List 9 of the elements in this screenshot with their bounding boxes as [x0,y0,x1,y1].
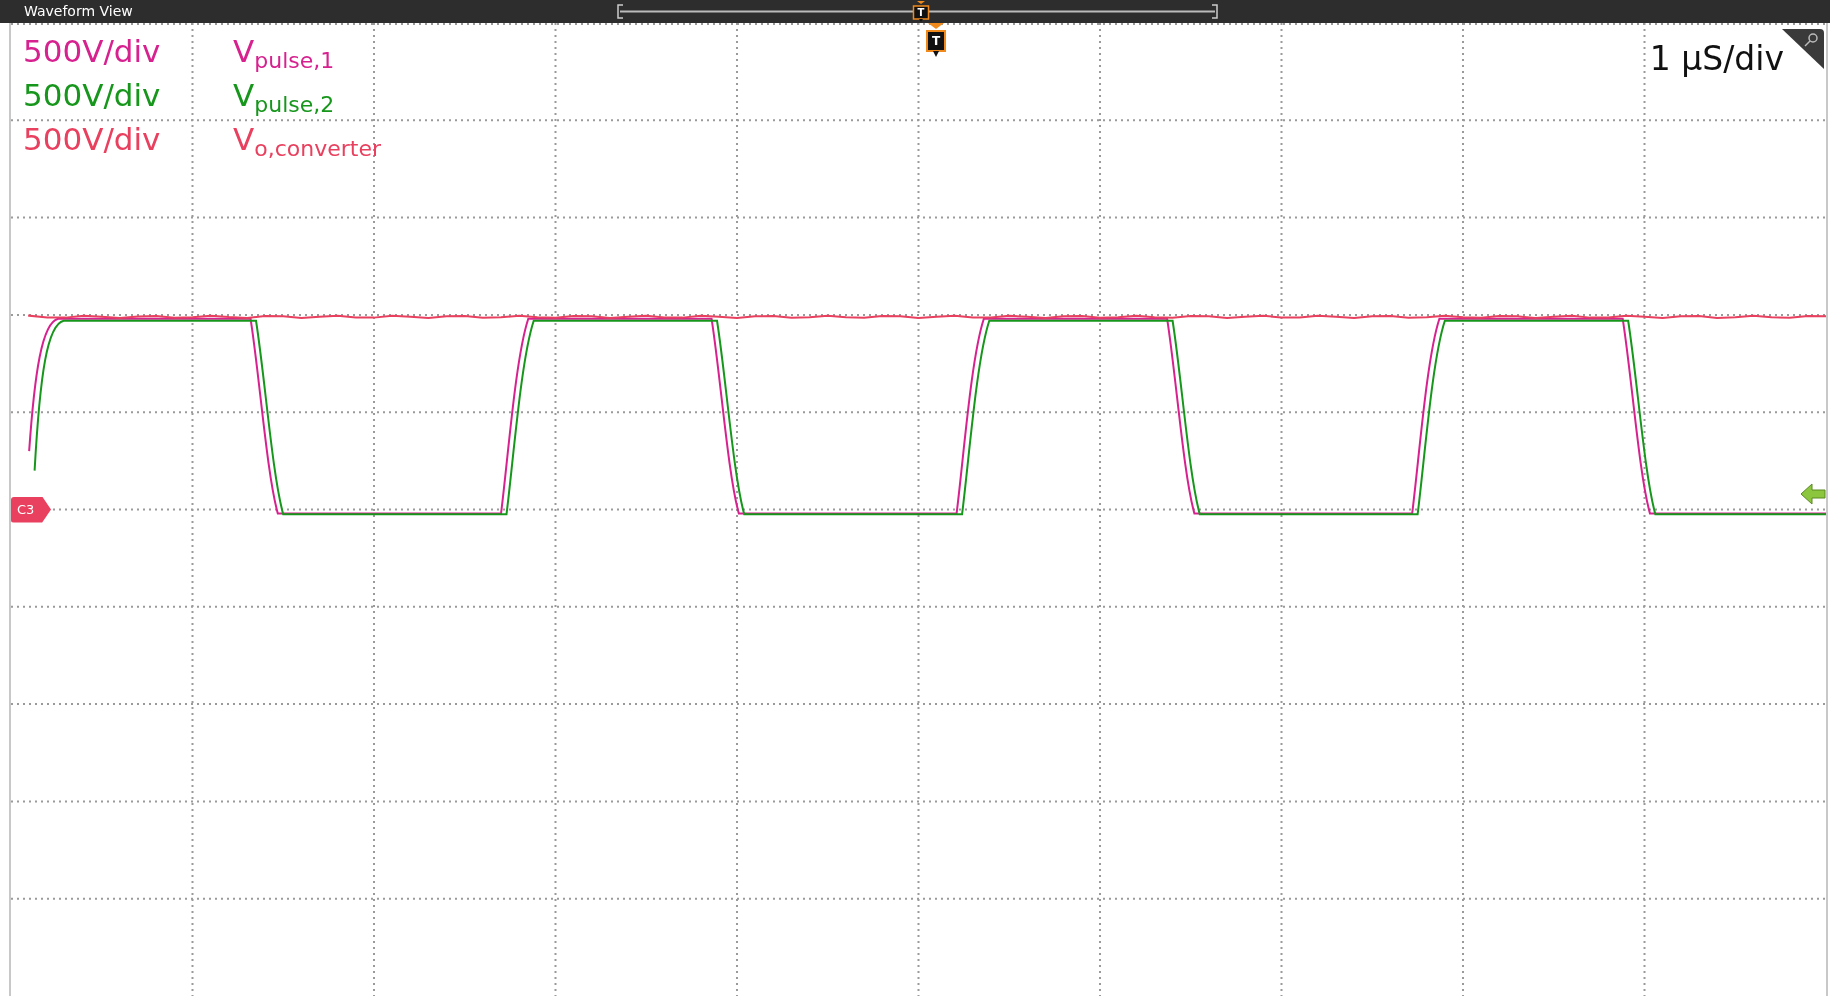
channel-marker[interactable]: C3 [11,496,51,523]
channel-name: V$_{pulse,1}$ [233,32,336,73]
channel-name: V$_{pulse,2}$ [233,76,336,117]
channel-scale: 500V/div [23,32,162,71]
channel-scale: 500V/div [23,76,162,115]
window-title: Waveform View [23,2,133,21]
timebase-label: 1 μS/div [1649,39,1784,79]
channel-name: V$_{o,converter}$ [233,120,381,161]
channel-scale: 500V/div [23,120,162,159]
